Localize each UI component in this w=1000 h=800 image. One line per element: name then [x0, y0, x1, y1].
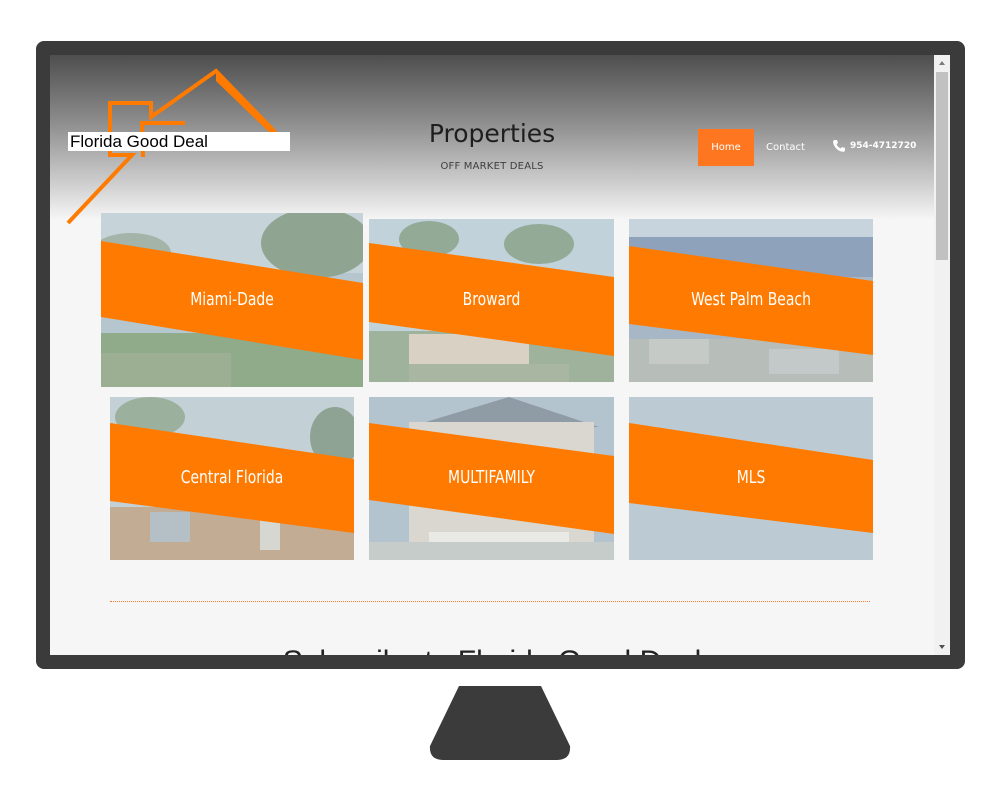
page-subtitle: OFF MARKET DEALS	[440, 161, 544, 172]
tile-label: Broward	[462, 289, 521, 310]
section-divider	[110, 601, 870, 602]
page-title: Properties	[428, 119, 556, 148]
nav-home-button[interactable]: Home	[698, 129, 754, 166]
scrollbar-thumb[interactable]	[936, 72, 948, 260]
phone-icon	[833, 140, 845, 152]
tile-mls[interactable]: MLS	[629, 397, 873, 560]
tile-label: Central Florida	[180, 467, 284, 488]
subscribe-heading: Subscribe to Florida Good Deal	[50, 645, 934, 655]
nav-phone-link[interactable]: 954-4712720	[832, 139, 916, 153]
phone-number: 954-4712720	[850, 141, 917, 151]
nav-contact-link[interactable]: Contact	[766, 129, 805, 166]
tile-label: West Palm Beach	[691, 289, 811, 310]
tile-multifamily[interactable]: MULTIFAMILY	[369, 397, 614, 560]
tile-label: Miami-Dade	[190, 289, 274, 310]
scroll-down-arrow-icon[interactable]	[934, 639, 950, 655]
tile-miami-dade[interactable]: Miami-Dade	[101, 213, 363, 387]
browser-viewport: Florida Good Deal Properties OFF MARKET …	[50, 55, 950, 655]
tile-west-palm-beach[interactable]: West Palm Beach	[629, 219, 873, 382]
scroll-up-arrow-icon[interactable]	[934, 55, 950, 71]
tile-broward[interactable]: Broward	[369, 219, 614, 382]
tile-label: MULTIFAMILY	[448, 467, 535, 488]
logo-text[interactable]: Florida Good Deal	[68, 132, 290, 151]
vertical-scrollbar[interactable]	[934, 55, 950, 655]
monitor-stand	[429, 686, 571, 760]
tile-central-florida[interactable]: Central Florida	[110, 397, 354, 560]
tile-label: MLS	[736, 467, 766, 488]
